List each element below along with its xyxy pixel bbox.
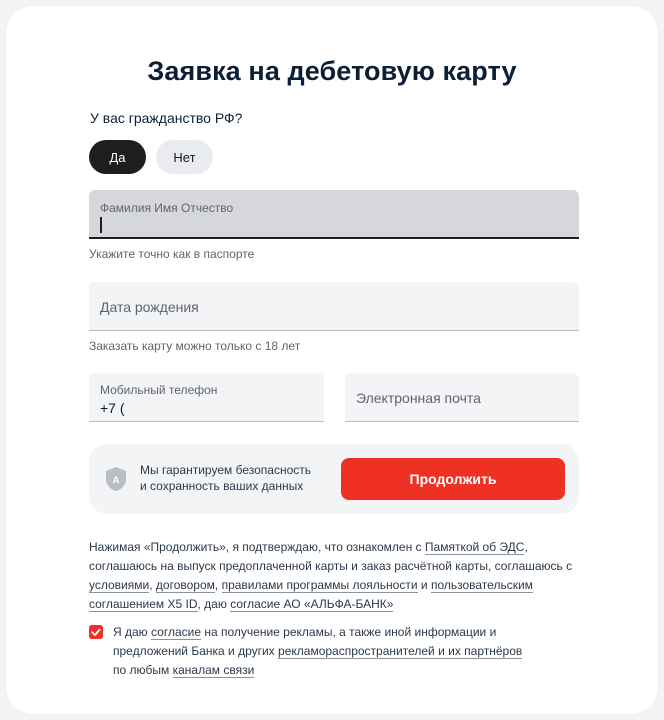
email-label: Электронная почта [356,390,481,406]
citizenship-question: У вас гражданство РФ? [90,110,243,126]
legal-text-part: Нажимая «Продолжить», я подтверждаю, что… [89,540,422,554]
legal-text-part: , даю [197,597,227,611]
terms-link[interactable]: условиями [89,578,150,593]
phone-value: +7 ( [100,400,125,416]
security-panel: A Мы гарантируем безопасность и сохранно… [89,444,579,514]
email-field[interactable]: Электронная почта [345,373,579,422]
fio-hint: Укажите точно как в паспорте [89,247,255,261]
citizenship-no-button[interactable]: Нет [156,140,213,174]
phone-label: Мобильный телефон [100,383,218,397]
legal-separator: , [214,578,219,592]
consent-link[interactable]: согласие [151,625,202,640]
birth-date-label: Дата рождения [100,299,199,315]
fio-field[interactable]: Фамилия Имя Отчество [89,190,579,239]
consent-text: Я даю согласие на получение рекламы, а т… [113,623,573,680]
eds-memo-link[interactable]: Памяткой об ЭДС [424,540,525,555]
contract-link[interactable]: договором [155,578,215,593]
citizenship-yes-button[interactable]: Да [89,140,146,174]
birth-date-field[interactable]: Дата рождения [89,282,579,331]
fio-label: Фамилия Имя Отчество [100,201,234,215]
continue-button[interactable]: Продолжить [341,458,565,500]
bank-consent-link[interactable]: согласие АО «АЛЬФА-БАНК» [230,597,394,612]
legal-text-part: и [420,578,428,592]
svg-text:A: A [112,476,119,487]
advertisers-link[interactable]: рекламораспространителей и их партнёров [278,644,523,659]
legal-text: Нажимая «Продолжить», я подтверждаю, что… [89,538,579,614]
security-text: Мы гарантируем безопасность и сохранност… [140,462,311,494]
text-caret [100,217,102,233]
consent-text-part: Я даю [113,625,148,639]
phone-field[interactable]: Мобильный телефон +7 ( [89,373,324,422]
security-line-1: Мы гарантируем безопасность [140,463,311,477]
shield-icon: A [106,467,126,491]
loyalty-rules-link[interactable]: правилами программы лояльности [221,578,418,593]
page-title: Заявка на дебетовую карту [147,56,517,86]
legal-separator: , [149,578,153,592]
security-line-2: и сохранность ваших данных [140,479,304,493]
birth-date-hint: Заказать карту можно только с 18 лет [89,339,301,353]
consent-text-part: по любым [113,663,170,677]
application-card: Заявка на дебетовую карту У вас гражданс… [6,6,658,714]
channels-link[interactable]: каналам связи [172,663,255,678]
consent-checkbox[interactable] [89,625,103,639]
